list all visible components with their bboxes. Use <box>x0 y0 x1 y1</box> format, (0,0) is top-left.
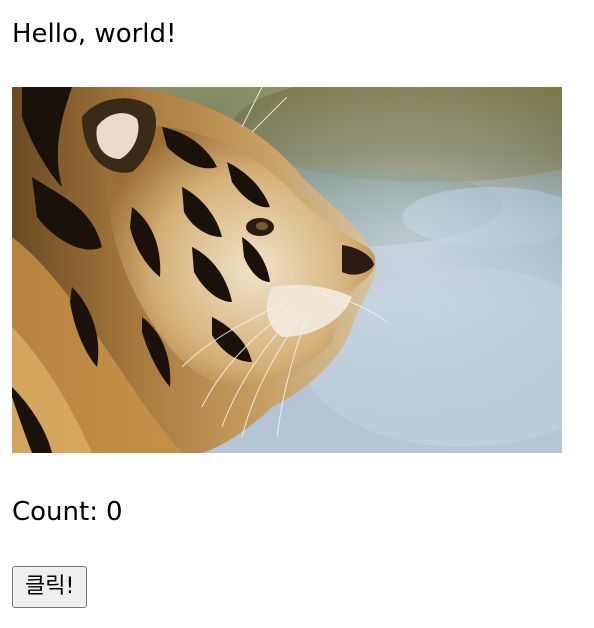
tiger-image <box>12 87 562 453</box>
count-display: Count: 0 <box>12 492 123 532</box>
count-value: 0 <box>105 497 123 527</box>
page: Hello, world! Count: 0 클릭! <box>0 0 594 628</box>
greeting-text: Hello, world! <box>12 19 177 49</box>
click-button[interactable]: 클릭! <box>12 566 88 608</box>
count-label: Count: <box>12 497 98 527</box>
